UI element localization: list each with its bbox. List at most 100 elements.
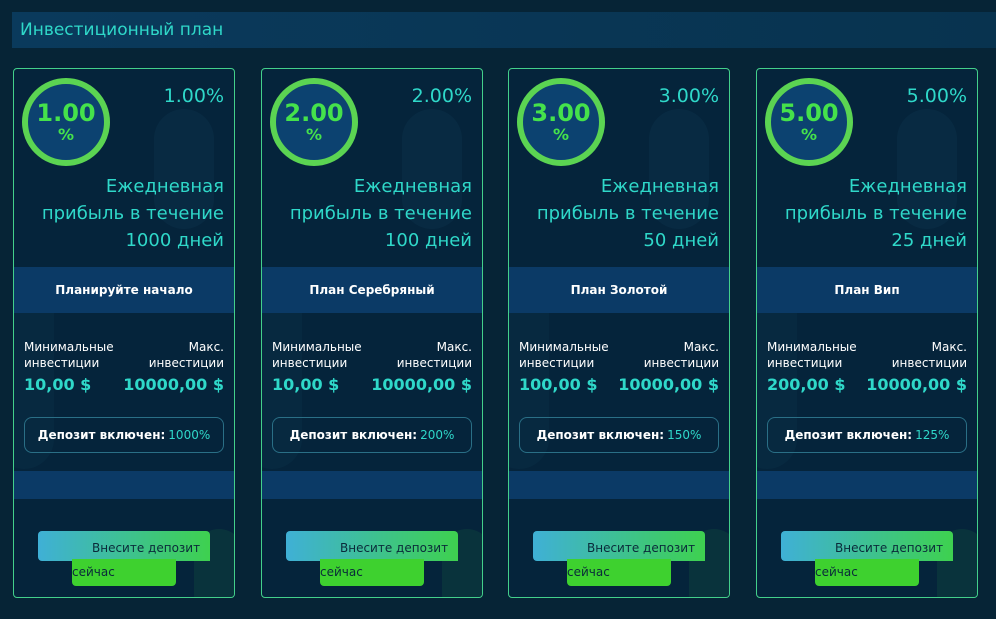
deposit-label: Депозит включен: <box>289 428 418 442</box>
investment-limits: Минимальные инвестиции 10,00 $ Макс. инв… <box>24 339 224 394</box>
deposit-now-button[interactable]: Внесите депозит сейчас <box>286 531 460 587</box>
deposit-value: 150% <box>667 428 702 442</box>
ring-unit: % <box>57 125 75 144</box>
plan-card: 1.00 % 1.00% Ежедневная прибыль в течени… <box>13 68 235 598</box>
divider-bar <box>509 471 729 499</box>
daily-line: Ежедневная <box>600 176 719 197</box>
deposit-label: Депозит включен: <box>784 428 913 442</box>
deposit-now-button[interactable]: Внесите депозит сейчас <box>38 531 212 587</box>
ring-unit: % <box>800 125 818 144</box>
ring-value: 5.00 <box>779 99 839 127</box>
rate-ring: 5.00 % <box>765 78 853 166</box>
ring-unit: % <box>552 125 570 144</box>
deposit-included-box: Депозит включен: 125% <box>767 417 967 453</box>
divider-bar <box>757 471 977 499</box>
rate-ring: 1.00 % <box>22 78 110 166</box>
max-amount: 10000,00 $ <box>618 375 719 394</box>
rate-label: 5.00% <box>906 85 967 107</box>
max-label: Макс. <box>436 340 472 354</box>
daily-line: Ежедневная <box>105 176 224 197</box>
button-label: сейчас <box>320 565 363 579</box>
daily-line: прибыль в течение <box>41 203 224 224</box>
rate-ring: 3.00 % <box>517 78 605 166</box>
button-label: сейчас <box>72 565 115 579</box>
min-label: Минимальные <box>24 340 114 354</box>
plan-name: План Серебряный <box>309 283 435 297</box>
min-label: Минимальные <box>767 340 857 354</box>
max-amount: 10000,00 $ <box>123 375 224 394</box>
deposit-now-button[interactable]: Внесите депозит сейчас <box>533 531 707 587</box>
daily-line: прибыль в течение <box>784 203 967 224</box>
daily-line: 25 дней <box>891 230 967 251</box>
rate-label: 1.00% <box>163 85 224 107</box>
investment-limits: Минимальные инвестиции 10,00 $ Макс. инв… <box>272 339 472 394</box>
deposit-included-box: Депозит включен: 150% <box>519 417 719 453</box>
daily-profit-text: Ежедневная прибыль в течение 25 дней <box>767 173 967 254</box>
rate-label: 2.00% <box>411 85 472 107</box>
ring-value: 3.00 <box>531 99 591 127</box>
min-investment: Минимальные инвестиции 10,00 $ <box>272 339 362 394</box>
min-label: инвестиции <box>272 356 348 370</box>
rate-ring: 2.00 % <box>270 78 358 166</box>
deposit-value: 125% <box>915 428 950 442</box>
deposit-now-button[interactable]: Внесите депозит сейчас <box>781 531 955 587</box>
divider-bar <box>14 471 234 499</box>
daily-line: 50 дней <box>643 230 719 251</box>
max-amount: 10000,00 $ <box>866 375 967 394</box>
max-label: инвестиции <box>148 356 224 370</box>
max-investment: Макс. инвестиции 10000,00 $ <box>866 339 967 394</box>
min-investment: Минимальные инвестиции 100,00 $ <box>519 339 609 394</box>
plan-card: 5.00 % 5.00% Ежедневная прибыль в течени… <box>756 68 978 598</box>
daily-line: 1000 дней <box>125 230 224 251</box>
ring-value: 1.00 <box>36 99 96 127</box>
deposit-value: 200% <box>420 428 455 442</box>
min-amount: 100,00 $ <box>519 375 598 394</box>
max-investment: Макс. инвестиции 10000,00 $ <box>618 339 719 394</box>
plan-name-bar: План Серебряный <box>262 267 482 313</box>
max-label: инвестиции <box>643 356 719 370</box>
daily-profit-text: Ежедневная прибыль в течение 50 дней <box>519 173 719 254</box>
max-label: Макс. <box>931 340 967 354</box>
min-amount: 200,00 $ <box>767 375 846 394</box>
daily-profit-text: Ежедневная прибыль в течение 1000 дней <box>24 173 224 254</box>
daily-line: прибыль в течение <box>536 203 719 224</box>
deposit-label: Депозит включен: <box>37 428 166 442</box>
section-title: Инвестиционный план <box>20 20 224 40</box>
button-label: Внесите депозит <box>587 541 696 555</box>
max-investment: Макс. инвестиции 10000,00 $ <box>371 339 472 394</box>
investment-limits: Минимальные инвестиции 100,00 $ Макс. ин… <box>519 339 719 394</box>
daily-profit-text: Ежедневная прибыль в течение 100 дней <box>272 173 472 254</box>
min-label: инвестиции <box>767 356 843 370</box>
plan-name: План Золотой <box>570 283 668 297</box>
button-label: Внесите депозит <box>92 541 201 555</box>
plan-name-bar: Планируйте начало <box>14 267 234 313</box>
min-investment: Минимальные инвестиции 200,00 $ <box>767 339 857 394</box>
button-label: сейчас <box>567 565 610 579</box>
max-investment: Макс. инвестиции 10000,00 $ <box>123 339 224 394</box>
plan-name: Планируйте начало <box>55 283 193 297</box>
min-investment: Минимальные инвестиции 10,00 $ <box>24 339 114 394</box>
divider-bar <box>262 471 482 499</box>
plan-card: 3.00 % 3.00% Ежедневная прибыль в течени… <box>508 68 730 598</box>
plan-card: 2.00 % 2.00% Ежедневная прибыль в течени… <box>261 68 483 598</box>
min-label: Минимальные <box>272 340 362 354</box>
max-label: инвестиции <box>396 356 472 370</box>
min-amount: 10,00 $ <box>24 375 92 394</box>
min-label: инвестиции <box>24 356 100 370</box>
section-header: Инвестиционный план <box>12 12 996 48</box>
max-amount: 10000,00 $ <box>371 375 472 394</box>
daily-line: прибыль в течение <box>289 203 472 224</box>
deposit-value: 1000% <box>168 428 211 442</box>
button-label: сейчас <box>815 565 858 579</box>
button-label: Внесите депозит <box>340 541 449 555</box>
daily-line: Ежедневная <box>353 176 472 197</box>
investment-limits: Минимальные инвестиции 200,00 $ Макс. ин… <box>767 339 967 394</box>
max-label: Макс. <box>683 340 719 354</box>
plan-name-bar: План Вип <box>757 267 977 313</box>
daily-line: 100 дней <box>384 230 472 251</box>
deposit-label: Депозит включен: <box>536 428 665 442</box>
ring-value: 2.00 <box>284 99 344 127</box>
plan-name-bar: План Золотой <box>509 267 729 313</box>
rate-label: 3.00% <box>658 85 719 107</box>
ring-unit: % <box>305 125 323 144</box>
